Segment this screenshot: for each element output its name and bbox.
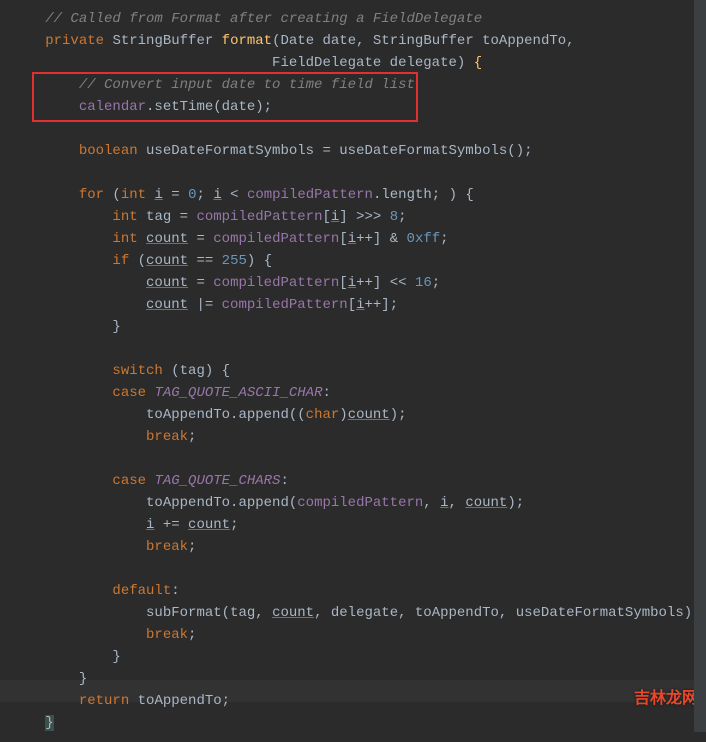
code-editor[interactable]: // Called from Format after creating a F… xyxy=(0,0,706,742)
code-line: break; xyxy=(20,624,706,646)
code-line: toAppendTo.append(compiledPattern, i, co… xyxy=(20,492,706,514)
code-line: } xyxy=(20,316,706,338)
code-line: switch (tag) { xyxy=(20,360,706,382)
code-line: break; xyxy=(20,536,706,558)
code-line xyxy=(20,448,706,470)
code-line: FieldDelegate delegate) { xyxy=(20,52,706,74)
code-line xyxy=(20,162,706,184)
code-line: int tag = compiledPattern[i] >>> 8; xyxy=(20,206,706,228)
code-line: default: xyxy=(20,580,706,602)
code-line: for (int i = 0; i < compiledPattern.leng… xyxy=(20,184,706,206)
code-line: boolean useDateFormatSymbols = useDateFo… xyxy=(20,140,706,162)
code-line: // Called from Format after creating a F… xyxy=(20,8,706,30)
code-line: int count = compiledPattern[i++] & 0xff; xyxy=(20,228,706,250)
vertical-scrollbar[interactable] xyxy=(694,0,706,732)
code-line xyxy=(20,118,706,140)
code-line: } xyxy=(20,668,706,690)
code-line: } xyxy=(20,712,706,734)
code-line: } xyxy=(20,646,706,668)
code-line: i += count; xyxy=(20,514,706,536)
code-line: break; xyxy=(20,426,706,448)
code-line: count |= compiledPattern[i++]; xyxy=(20,294,706,316)
code-line xyxy=(20,338,706,360)
code-line: toAppendTo.append((char)count); xyxy=(20,404,706,426)
code-line: case TAG_QUOTE_CHARS: xyxy=(20,470,706,492)
code-line: case TAG_QUOTE_ASCII_CHAR: xyxy=(20,382,706,404)
code-line: calendar.setTime(date); xyxy=(20,96,706,118)
code-line: return toAppendTo; xyxy=(20,690,706,712)
code-line: count = compiledPattern[i++] << 16; xyxy=(20,272,706,294)
code-line: if (count == 255) { xyxy=(20,250,706,272)
code-line: // Convert input date to time field list xyxy=(20,74,706,96)
code-line: private StringBuffer format(Date date, S… xyxy=(20,30,706,52)
watermark: 吉林龙网 xyxy=(634,688,698,710)
code-line xyxy=(20,558,706,580)
code-line: subFormat(tag, count, delegate, toAppend… xyxy=(20,602,706,624)
